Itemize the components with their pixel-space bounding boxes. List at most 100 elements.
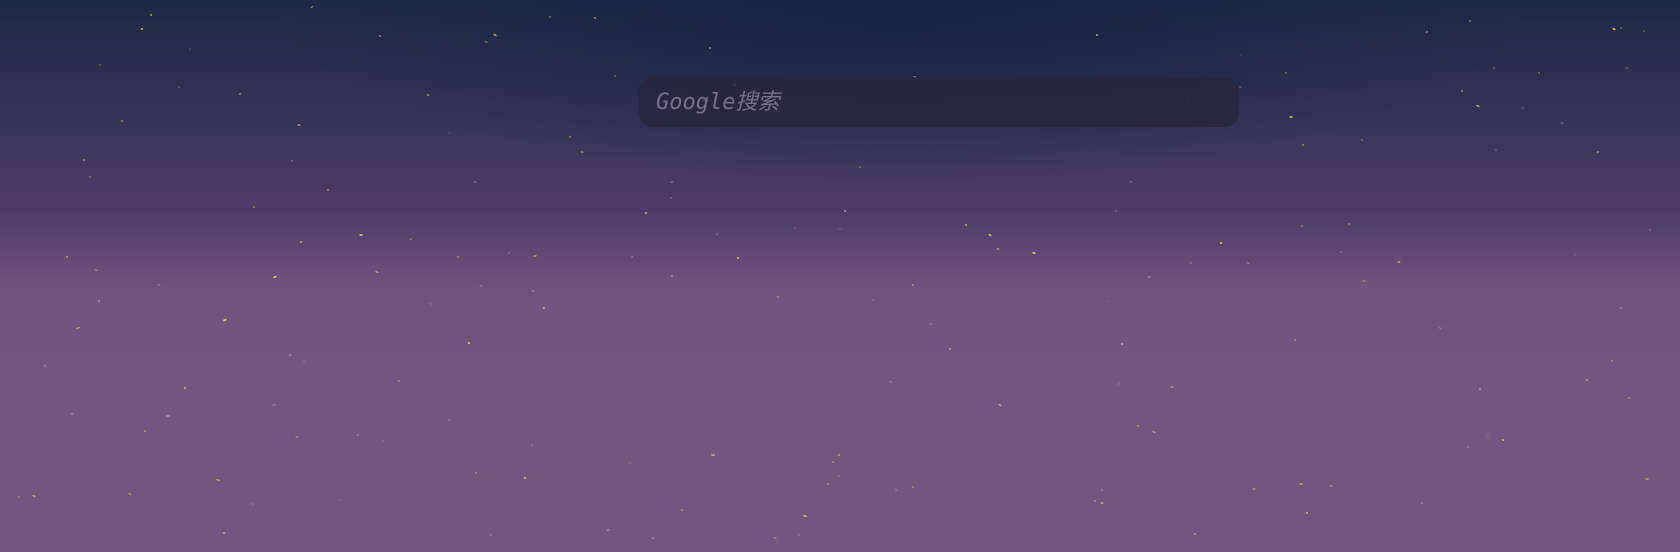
particle	[295, 435, 299, 439]
particle	[1114, 210, 1118, 212]
particle	[375, 271, 379, 273]
search-bar[interactable]	[639, 76, 1239, 128]
particle	[837, 475, 841, 477]
particle	[216, 479, 220, 481]
particle	[1299, 483, 1303, 485]
particle	[157, 284, 161, 286]
particle	[1501, 439, 1505, 441]
particle	[593, 17, 597, 19]
particle	[98, 64, 102, 66]
particle	[1425, 31, 1429, 33]
particle	[844, 210, 846, 212]
search-input[interactable]	[654, 76, 1224, 128]
particle	[839, 228, 841, 230]
particle	[339, 499, 341, 501]
particle	[183, 387, 187, 389]
particle	[773, 537, 777, 539]
particle	[1619, 307, 1623, 309]
particle	[120, 119, 124, 123]
particle	[1136, 424, 1140, 428]
particle	[670, 197, 672, 199]
particle	[426, 94, 430, 96]
particle	[929, 323, 933, 325]
particle	[523, 477, 527, 479]
particle	[490, 534, 492, 536]
particle	[1560, 122, 1564, 124]
particle	[1522, 107, 1524, 109]
particle	[409, 238, 413, 240]
particle	[378, 35, 382, 37]
particle	[671, 275, 673, 277]
particle	[94, 269, 98, 271]
particle	[128, 492, 132, 496]
particle	[858, 166, 862, 168]
particle	[272, 404, 276, 406]
particle	[1193, 533, 1197, 535]
particle	[66, 256, 68, 258]
particle	[359, 234, 363, 236]
particle	[889, 381, 893, 383]
particle	[606, 529, 610, 531]
particle	[76, 327, 80, 329]
particle	[965, 224, 967, 226]
particle	[1152, 431, 1156, 433]
particle	[711, 453, 715, 457]
particle	[397, 380, 401, 382]
particle	[1095, 34, 1099, 36]
particle	[1362, 280, 1366, 282]
particle	[475, 472, 477, 474]
particle	[1360, 139, 1364, 141]
particle	[533, 255, 537, 257]
particle	[1610, 360, 1614, 362]
particle	[736, 257, 740, 259]
particle	[88, 176, 92, 178]
particle	[143, 430, 147, 432]
particle	[651, 537, 655, 539]
particle	[1461, 90, 1463, 92]
particle	[568, 136, 572, 138]
particle	[382, 440, 384, 442]
particle	[794, 227, 796, 229]
particle	[18, 496, 20, 498]
particle	[1032, 252, 1036, 254]
particle	[479, 285, 483, 287]
particle	[1094, 500, 1096, 502]
particle	[43, 365, 47, 367]
particle	[998, 404, 1002, 406]
particle	[531, 290, 535, 292]
particle	[474, 181, 476, 183]
particle	[894, 489, 898, 491]
particle	[631, 256, 633, 258]
particle	[988, 233, 992, 237]
particle	[98, 300, 100, 302]
particle	[223, 319, 227, 321]
particle	[1494, 149, 1498, 151]
particle	[1397, 261, 1401, 263]
particle	[1439, 327, 1441, 329]
particle	[326, 189, 330, 191]
particle	[826, 483, 830, 485]
particle	[580, 151, 584, 153]
particle	[798, 534, 800, 536]
particle	[1537, 72, 1541, 74]
particle	[1348, 223, 1350, 225]
particle	[1246, 262, 1250, 264]
particle	[1421, 502, 1423, 504]
particle	[222, 532, 226, 534]
particle	[1100, 502, 1104, 504]
particle	[1289, 116, 1293, 118]
particle	[1625, 67, 1629, 69]
particle	[252, 206, 256, 208]
particle	[1306, 512, 1308, 514]
particle	[189, 48, 191, 50]
particle	[1300, 225, 1304, 227]
particle	[1329, 485, 1333, 487]
particle	[628, 462, 632, 464]
particle	[1252, 488, 1256, 490]
particle	[1301, 144, 1305, 146]
particle	[1118, 383, 1120, 385]
particle	[357, 434, 359, 436]
particle	[508, 252, 510, 254]
particle	[1219, 242, 1223, 244]
particle	[531, 444, 533, 446]
